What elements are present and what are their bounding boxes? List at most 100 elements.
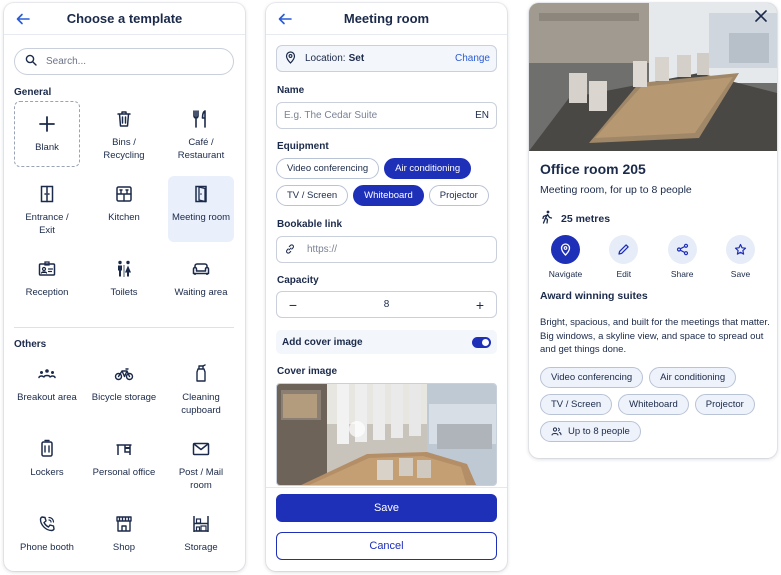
room-title: Office room 205 [540,161,646,177]
cutlery-icon [190,108,212,130]
amenity-tag-video-conferencing: Video conferencing [540,367,644,388]
template-tile-toilets[interactable]: Toilets [91,251,157,317]
template-tile-entrance-exit[interactable]: Entrance / Exit [14,176,80,242]
template-tile-shop[interactable]: Shop [91,506,157,571]
template-tile-label: Phone booth [20,542,74,553]
template-tile-label: Bicycle storage [91,392,157,403]
cover-image-toggle[interactable] [472,336,491,348]
general-template-grid: Blank Bins / Recycling Café / Restaurant En… [14,101,234,326]
equipment-chip-air-conditioning[interactable]: Air conditioning [384,158,472,179]
others-section-label: Others [14,339,47,350]
template-tile-kitchen[interactable]: Kitchen [91,176,157,242]
amenity-tag-air-conditioning: Air conditioning [649,367,737,388]
template-tile-breakout-area[interactable]: Breakout area [14,356,80,422]
equipment-label: Equipment [277,141,329,152]
plus-icon [36,113,58,135]
office-room-photo [529,3,777,151]
equipment-chip-tv-screen[interactable]: TV / Screen [276,185,349,206]
bin-icon [113,108,135,130]
name-input[interactable] [284,110,476,121]
location-pin-icon [284,50,297,67]
template-tile-blank[interactable]: Blank [14,101,80,167]
search-field[interactable] [14,48,234,75]
template-tile-post-mail-room[interactable]: Post / Mail room [168,431,234,497]
close-icon[interactable] [754,9,770,25]
template-tile-meeting-room[interactable]: Meeting room [168,176,234,242]
template-tile-phone-booth[interactable]: Phone booth [14,506,80,571]
form-title: Meeting room [343,11,430,26]
equipment-chip-video-conferencing[interactable]: Video conferencing [276,158,380,179]
bookable-link-label: Bookable link [277,219,343,230]
navigate-action-button[interactable]: Navigate [538,235,593,279]
capacity-stepper[interactable]: − 8 + [276,291,497,318]
cancel-button[interactable]: Cancel [276,532,497,560]
template-tile-label: Meeting room [171,212,231,223]
bicycle-icon [113,363,135,385]
template-tile-personal-office[interactable]: Personal office [91,431,157,497]
bookable-link-input[interactable] [307,244,489,255]
template-header: Choose a template [4,3,245,35]
capacity-increment-button[interactable]: + [473,297,487,313]
equipment-chip-projector[interactable]: Projector [428,185,489,206]
back-arrow-icon[interactable] [14,10,32,28]
action-label: Save [730,269,751,279]
shelves-icon [190,513,212,535]
cover-image-toggle-row: Add cover image [276,330,497,354]
change-location-link[interactable]: Change [455,53,490,64]
capacity-tag: Up to 8 people [540,421,641,442]
shop-icon [113,513,135,535]
people-icon [551,426,568,437]
capacity-decrement-button[interactable]: − [286,297,300,313]
back-arrow-icon[interactable] [276,10,294,28]
template-tile-bins-recycling[interactable]: Bins / Recycling [91,101,157,167]
template-tile-storage[interactable]: Storage [168,506,234,571]
bookable-link-field[interactable] [276,236,497,263]
template-tile-label: Breakout area [17,392,77,403]
link-icon [284,243,297,256]
location-row: Location: Set Change [276,45,497,72]
name-field[interactable]: EN [276,102,497,129]
cover-image-preview[interactable] [276,383,497,486]
cover-image-label: Cover image [277,366,338,377]
sofa-icon [190,258,212,280]
share-action-button[interactable]: Share [655,235,710,279]
walking-icon [540,210,561,227]
capacity-value: 8 [383,299,390,310]
edit-action-button[interactable]: Edit [596,235,651,279]
action-label: Navigate [548,269,583,279]
language-badge[interactable]: EN [475,110,489,121]
equipment-chip-whiteboard[interactable]: Whiteboard [353,185,424,206]
template-tile-cleaning-cupboard[interactable]: Cleaning cupboard [168,356,234,422]
save-button[interactable]: Save [276,494,497,522]
amenity-tag-tv-screen: TV / Screen [540,394,613,415]
equipment-chips: Video conferencing Air conditioning TV / S… [276,158,501,206]
template-panel: Choose a template General Blank Bins / Re… [4,3,245,571]
template-tile-label: Café / Restaurant [177,137,225,161]
group-icon [36,363,58,385]
footer-divider [266,487,507,488]
template-tile-label: Lockers [30,467,64,478]
room-photo [529,3,777,151]
door-icon [36,183,58,205]
id-card-icon [36,258,58,280]
template-tile-bicycle-storage[interactable]: Bicycle storage [91,356,157,422]
template-tile-label: Waiting area [174,287,228,298]
template-tile-label: Blank [35,142,59,153]
page-title: Choose a template [66,11,183,26]
search-icon [25,53,37,71]
section-divider [14,327,234,328]
mail-icon [190,438,212,460]
cover-toggle-label: Add cover image [282,336,363,348]
template-tile-caf-restaurant[interactable]: Café / Restaurant [168,101,234,167]
template-tile-lockers[interactable]: Lockers [14,431,80,497]
template-tile-reception[interactable]: Reception [14,251,80,317]
meeting-room-photo [277,384,496,485]
share-icon [667,235,697,264]
others-template-grid: Breakout area Bicycle storage Cleaning cup… [14,356,234,571]
template-tile-waiting-area[interactable]: Waiting area [168,251,234,317]
meeting-room-form-panel: Meeting room Location: Set Change Name E… [266,3,507,571]
search-input[interactable] [46,56,216,67]
location-pin-icon [551,235,580,264]
save-action-button[interactable]: Save [713,235,768,279]
room-description: Bright, spacious, and built for the meet… [540,317,770,355]
